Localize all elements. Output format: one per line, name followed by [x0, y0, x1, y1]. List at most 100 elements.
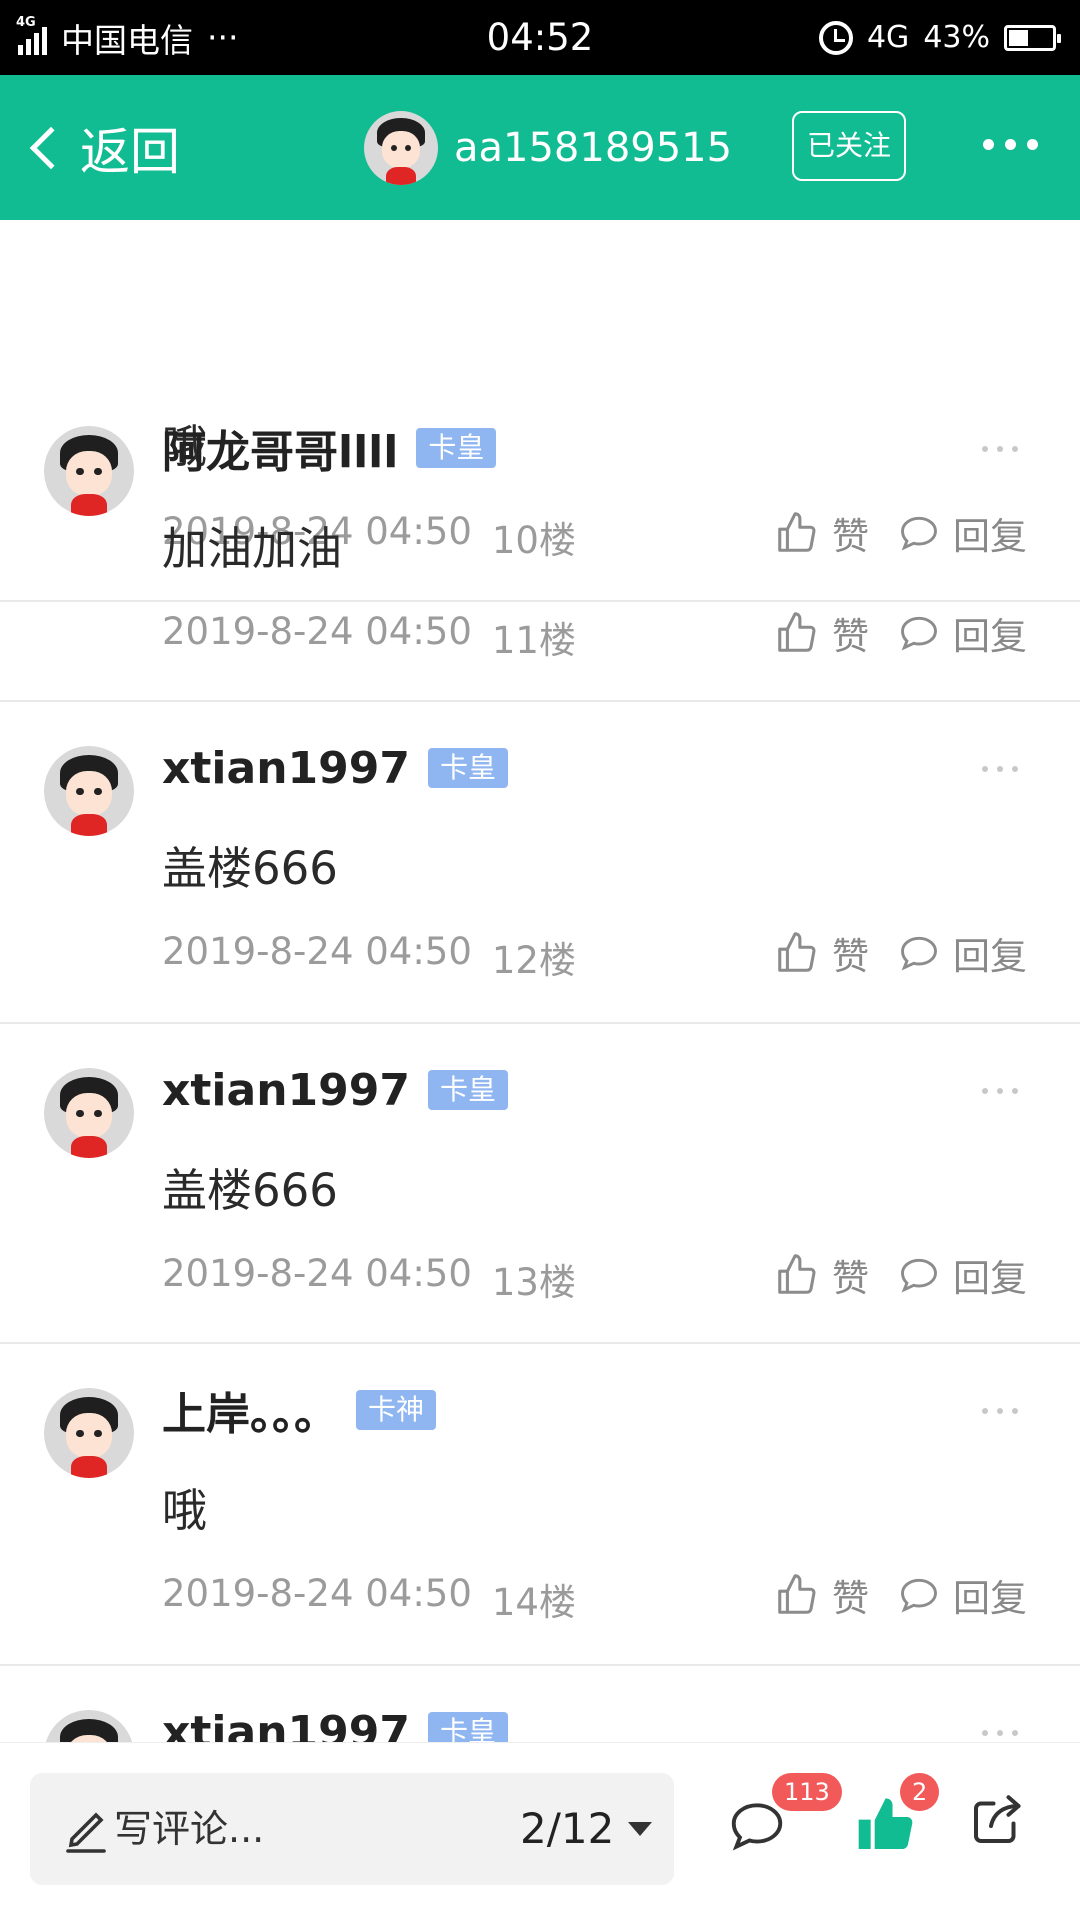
reply-label: 回复	[953, 615, 1027, 658]
battery-percent: 43%	[923, 20, 990, 55]
reply-button[interactable]: 回复	[897, 1568, 1027, 1622]
comment-actions: 赞 回复	[774, 926, 1027, 980]
commenter-avatar[interactable]	[44, 1388, 134, 1478]
commenter: 上岸。。。 卡神	[162, 1378, 437, 1442]
like-post-button[interactable]: 2	[852, 1773, 940, 1861]
commenter-name[interactable]: 上岸。。。	[162, 1378, 338, 1442]
alarm-icon	[818, 20, 853, 55]
speech-bubble-icon	[901, 1258, 937, 1293]
follow-button[interactable]: 已关注	[792, 111, 906, 181]
reply-button[interactable]: 回复	[897, 926, 1027, 980]
comment-meta: 2019-8-24 04:50 11楼	[162, 610, 576, 664]
level-badge: 卡皇	[427, 1070, 508, 1110]
thumbs-up-icon	[778, 612, 816, 652]
comment-feed[interactable]: 哦 2019-8-24 04:50 10楼 赞 回复 阿龙哥哥llll 卡皇 加…	[0, 220, 1080, 1742]
comment-composer[interactable]: 写评论... 2/12	[30, 1773, 674, 1885]
comment-meta: 2019-8-24 04:50 13楼	[162, 1252, 576, 1306]
battery-fill	[1009, 29, 1028, 46]
page-indicator[interactable]: 2/12	[520, 1773, 614, 1885]
thumbs-up-icon	[778, 1254, 816, 1294]
author-avatar[interactable]	[364, 110, 438, 185]
comment-text: 盖楼666	[162, 1164, 338, 1217]
commenter-avatar[interactable]	[44, 1068, 134, 1158]
chevron-left-icon	[29, 126, 73, 169]
commenter: xtian1997 卡皇	[162, 1060, 508, 1120]
back-button[interactable]: 返回	[22, 75, 180, 220]
level-badge: 卡皇	[416, 428, 497, 468]
share-button[interactable]	[966, 1791, 1026, 1855]
thumbs-up-icon	[778, 932, 816, 972]
comment-time: 2019-8-24 04:50	[162, 610, 472, 653]
commenter-name[interactable]: xtian1997	[162, 1707, 410, 1743]
comment-more-icon[interactable]	[982, 1088, 1018, 1094]
top-app-bar: 返回 aa158189515 已关注	[0, 75, 1080, 220]
commenter: xtian1997 卡皇	[162, 738, 508, 798]
like-button[interactable]: 赞	[774, 1568, 869, 1622]
comment-item: 上岸。。。 卡神 哦 2019-8-24 04:50 14楼 赞 回复	[0, 1344, 1080, 1666]
commenter-avatar[interactable]	[44, 746, 134, 836]
comment-text: 盖楼666	[162, 842, 338, 895]
commenter-name[interactable]: xtian1997	[162, 1065, 410, 1116]
author-username: aa158189515	[454, 124, 733, 171]
like-label: 赞	[832, 1257, 869, 1300]
share-icon	[974, 1795, 1021, 1843]
comment-floor: 12楼	[491, 939, 576, 982]
comment-meta: 2019-8-24 04:50 12楼	[162, 930, 576, 984]
status-bar: 4G 中国电信 ··· 04:52 4G 43%	[0, 0, 1080, 75]
comment-item: xtian1997 卡皇 盖楼666 2019-8-24 04:50 12楼 赞…	[0, 702, 1080, 1024]
comment-text: 加油加油	[162, 522, 343, 575]
comment-item: xtian1997 卡皇	[0, 1666, 1080, 1742]
comment-text: 哦	[162, 1484, 208, 1537]
reply-label: 回复	[953, 935, 1027, 978]
comment-more-icon[interactable]	[982, 1730, 1018, 1736]
battery-icon	[1004, 24, 1061, 51]
comment-item: 阿龙哥哥llll 卡皇 加油加油 2019-8-24 04:50 11楼 赞 回…	[0, 382, 1080, 702]
level-badge: 卡皇	[427, 748, 508, 788]
comment-count-badge: 113	[772, 1773, 842, 1811]
like-count-badge: 2	[900, 1773, 940, 1811]
commenter-name[interactable]: 阿龙哥哥llll	[162, 416, 398, 480]
like-button[interactable]: 赞	[774, 1248, 869, 1302]
speech-bubble-icon	[901, 936, 937, 971]
reply-label: 回复	[953, 1257, 1027, 1300]
commenter-avatar[interactable]	[44, 1710, 134, 1742]
comment-time: 2019-8-24 04:50	[162, 1572, 472, 1615]
status-right: 4G 43%	[818, 0, 1062, 75]
like-button[interactable]: 赞	[774, 926, 869, 980]
more-icon[interactable]	[983, 139, 1038, 150]
comment-actions: 赞 回复	[774, 1248, 1027, 1302]
commenter-name[interactable]: xtian1997	[162, 743, 410, 794]
commenter: xtian1997 卡皇	[162, 1702, 508, 1742]
caret-down-icon[interactable]	[628, 1822, 652, 1836]
comment-item: xtian1997 卡皇 盖楼666 2019-8-24 04:50 13楼 赞…	[0, 1024, 1080, 1344]
like-button[interactable]: 赞	[774, 606, 869, 660]
comment-floor: 14楼	[491, 1581, 576, 1624]
comment-floor: 13楼	[491, 1261, 576, 1304]
comment-more-icon[interactable]	[982, 1408, 1018, 1414]
comment-actions: 赞 回复	[774, 1568, 1027, 1622]
comment-more-icon[interactable]	[982, 766, 1018, 772]
like-label: 赞	[832, 615, 869, 658]
commenter: 阿龙哥哥llll 卡皇	[162, 416, 497, 480]
comment-time: 2019-8-24 04:50	[162, 930, 472, 973]
comment-time: 2019-8-24 04:50	[162, 1252, 472, 1295]
comment-placeholder: 写评论...	[114, 1807, 265, 1851]
comments-button[interactable]: 113	[726, 1773, 842, 1861]
comment-more-icon[interactable]	[982, 446, 1018, 452]
author-info[interactable]: aa158189515	[364, 75, 732, 220]
comment-floor: 11楼	[491, 619, 576, 662]
like-label: 赞	[832, 1577, 869, 1620]
back-label: 返回	[80, 122, 180, 181]
level-badge: 卡皇	[427, 1712, 508, 1742]
reply-button[interactable]: 回复	[897, 606, 1027, 660]
pencil-icon	[66, 1812, 106, 1853]
level-badge: 卡神	[356, 1390, 437, 1430]
speech-bubble-icon	[901, 1578, 937, 1613]
commenter-avatar[interactable]	[44, 426, 134, 516]
like-label: 赞	[832, 935, 869, 978]
reply-button[interactable]: 回复	[897, 1248, 1027, 1302]
thumbs-up-icon	[778, 1574, 816, 1614]
reply-label: 回复	[953, 1577, 1027, 1620]
speech-bubble-icon	[901, 616, 937, 651]
comment-actions: 赞 回复	[774, 606, 1027, 660]
